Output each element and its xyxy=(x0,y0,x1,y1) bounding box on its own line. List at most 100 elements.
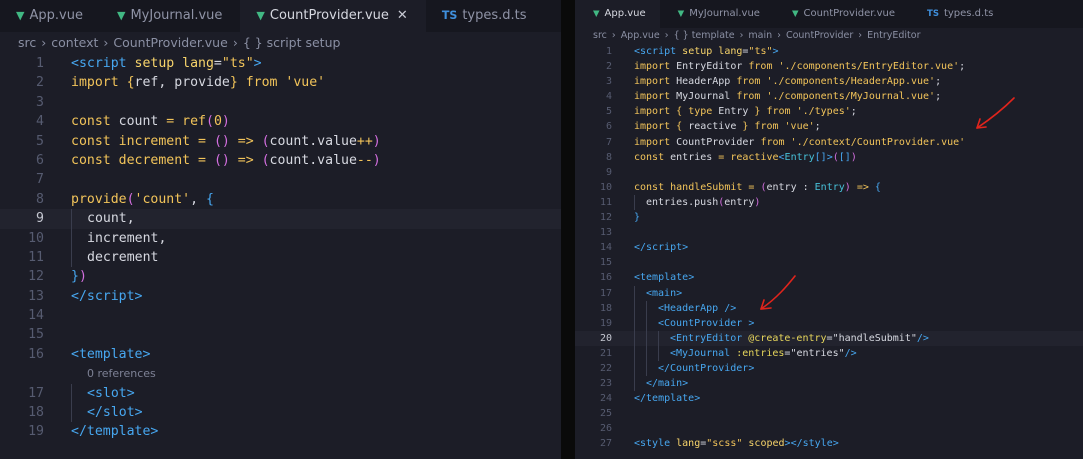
typescript-file-icon: TS xyxy=(441,9,458,22)
line-number: 6 xyxy=(36,152,44,168)
code-line: 2 import EntryEditor from './components/E… xyxy=(575,59,1083,74)
close-icon[interactable]: ✕ xyxy=(397,8,408,23)
code-token: : xyxy=(796,181,809,193)
left-breadcrumb: src › context › CountProvider.vue › { } script… xyxy=(0,32,561,54)
code-line: 9 count, xyxy=(0,209,561,229)
breadcrumb-item[interactable]: src xyxy=(18,35,36,50)
line-number: 7 xyxy=(605,136,612,148)
code-token: ref xyxy=(134,75,159,91)
code-token: ) xyxy=(754,196,761,208)
breadcrumb-item[interactable]: context xyxy=(51,35,98,50)
code-token: { xyxy=(118,75,135,91)
tab-myjournal-vue[interactable]: ▼ MyJournal.vue xyxy=(101,0,240,32)
line-number: 17 xyxy=(599,287,612,299)
code-token: { xyxy=(670,121,683,133)
breadcrumb-item[interactable]: EntryEditor xyxy=(867,30,920,41)
line-number: 18 xyxy=(28,405,44,421)
code-line: 24 </template> xyxy=(575,391,1083,406)
tab-countprovider-vue[interactable]: ▼ CountProvider.vue xyxy=(774,0,909,28)
code-token: <CountProvider xyxy=(658,317,743,329)
code-token: ( xyxy=(253,133,270,149)
indent-guide xyxy=(634,194,635,211)
code-token: </slot xyxy=(87,405,135,421)
breadcrumb-item[interactable]: { } script setup xyxy=(243,35,341,50)
code-text: </template> xyxy=(71,422,158,441)
code-text: <HeaderApp /> xyxy=(634,300,736,316)
line-number: 22 xyxy=(599,362,612,374)
code-line: 8 const entries = reactive<Entry[]>([]) xyxy=(575,150,1083,165)
breadcrumb-item[interactable]: src xyxy=(593,30,607,41)
code-token: Entry xyxy=(712,106,749,118)
code-token: = xyxy=(213,56,222,71)
code-token: > xyxy=(142,346,151,362)
breadcrumb-item[interactable]: App.vue xyxy=(621,30,660,41)
code-token: { xyxy=(670,106,683,118)
line-number: 13 xyxy=(599,227,612,239)
code-token: import xyxy=(634,121,671,133)
code-line: 15 xyxy=(0,325,561,344)
code-token: </CountProvider xyxy=(658,362,749,374)
tab-label: App.vue xyxy=(29,8,83,23)
tab-types-d-ts[interactable]: TS types.d.ts xyxy=(426,0,545,32)
code-token: provide xyxy=(174,75,230,91)
line-number: 11 xyxy=(28,249,44,265)
code-token: <EntryEditor xyxy=(670,332,743,344)
code-token: <HeaderApp xyxy=(658,302,719,314)
line-number: 15 xyxy=(599,257,612,269)
tab-countprovider-vue[interactable]: ▼ CountProvider.vue ✕ xyxy=(240,0,426,32)
line-number: 16 xyxy=(599,272,612,284)
code-token: entries xyxy=(664,151,713,163)
code-line: 16 <template> xyxy=(0,345,561,364)
line-number: 4 xyxy=(605,91,612,103)
line-number: 19 xyxy=(28,424,44,440)
code-token: , xyxy=(158,75,175,91)
code-token: count.value xyxy=(269,152,357,168)
annotation-arrow-countprovider xyxy=(760,275,796,310)
line-number: 24 xyxy=(599,393,612,405)
indent-guide xyxy=(71,383,72,404)
code-text: increment, xyxy=(71,228,166,248)
code-token: entry xyxy=(724,196,755,208)
breadcrumb-item[interactable]: { } template xyxy=(674,30,735,41)
chevron-right-icon: › xyxy=(739,30,744,41)
code-text: <template> xyxy=(71,345,150,364)
code-text: import CountProvider from './context/Cou… xyxy=(634,135,965,150)
references-codelens[interactable]: 0 references xyxy=(87,367,156,380)
vue-file-icon: ▼ xyxy=(791,9,799,19)
code-token: > xyxy=(772,46,779,57)
breadcrumb-item[interactable]: CountProvider xyxy=(786,30,853,41)
code-line: 21 <MyJournal :entries="entries"/> xyxy=(575,345,1083,361)
code-line: 3 import HeaderApp from './components/Hea… xyxy=(575,74,1083,89)
code-token: "ts" xyxy=(221,56,254,71)
tab-app-vue[interactable]: ▼ App.vue xyxy=(0,0,101,32)
breadcrumb-item[interactable]: CountProvider.vue xyxy=(113,35,227,50)
left-code-area[interactable]: 1 <script setup lang="ts"> 2 import {ref, p… xyxy=(0,54,561,442)
code-token: => xyxy=(229,152,254,168)
code-text: <main> xyxy=(634,285,682,301)
code-token: ) xyxy=(372,152,381,168)
line-number: 2 xyxy=(36,75,44,91)
annotation-arrow-import xyxy=(976,97,1015,129)
code-token: from xyxy=(748,121,779,133)
code-token: [] xyxy=(838,151,851,163)
tab-app-vue[interactable]: ▼ App.vue xyxy=(575,0,660,28)
code-token: const xyxy=(71,133,111,149)
code-token: entries.push xyxy=(646,196,719,208)
code-text: decrement xyxy=(71,247,158,268)
code-token: './types' xyxy=(790,106,851,118)
code-token: increment xyxy=(110,133,191,149)
code-text: 0 references xyxy=(71,364,156,383)
code-token: { xyxy=(868,181,881,193)
code-token: > xyxy=(694,393,701,405)
breadcrumb-item[interactable]: main xyxy=(748,30,772,41)
indent-guide xyxy=(634,285,635,301)
line-number: 13 xyxy=(28,288,44,304)
code-text: import HeaderApp from './components/Head… xyxy=(634,74,941,89)
tab-types-d-ts[interactable]: TS types.d.ts xyxy=(909,0,1007,28)
vue-file-icon: ▼ xyxy=(116,9,126,22)
code-token: count xyxy=(110,114,159,130)
indent-guide xyxy=(646,300,647,316)
code-token: () xyxy=(206,152,230,168)
code-token: <MyJournal xyxy=(670,347,731,359)
tab-myjournal-vue[interactable]: ▼ MyJournal.vue xyxy=(660,0,774,28)
